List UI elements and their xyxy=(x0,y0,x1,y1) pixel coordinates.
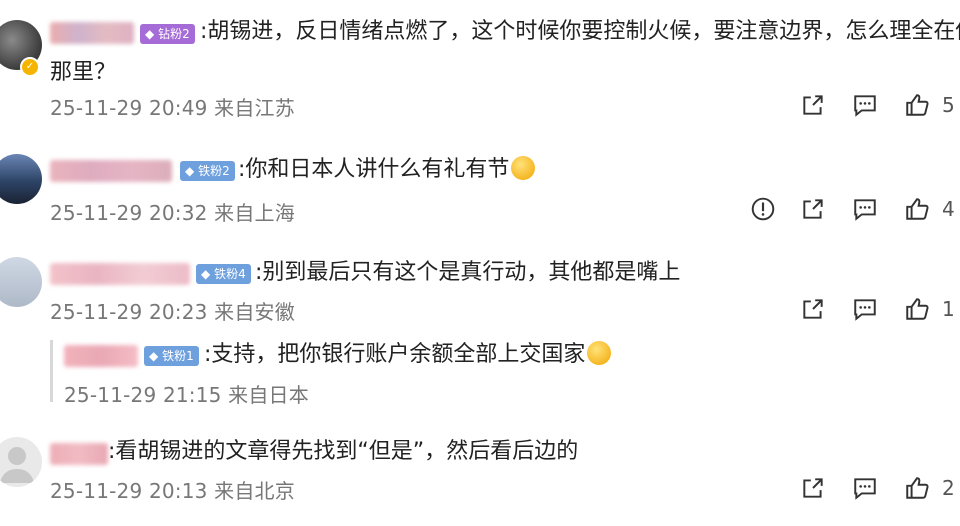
report-button[interactable] xyxy=(750,195,776,223)
avatar[interactable] xyxy=(0,437,42,487)
comment-actions: 5 xyxy=(800,91,960,119)
like-count: 4 xyxy=(942,197,955,221)
share-button[interactable] xyxy=(800,195,826,223)
comment-text: :胡锡进，反日情绪点燃了，这个时候你要控制火候，要注意边界，怎么理全在你 xyxy=(200,19,960,44)
like-count: 5 xyxy=(942,93,955,117)
comment-meta: 25-11-29 20:49 来自江苏 xyxy=(50,96,295,120)
comment-icon xyxy=(854,95,876,117)
comment-item: ◆ 铁粉2 :你和日本人讲什么有礼有节 25-11-29 20:32 来自上海 … xyxy=(0,140,960,240)
like-button[interactable]: 4 xyxy=(904,195,955,223)
comment-meta: 25-11-29 20:13 来自北京 xyxy=(50,479,295,503)
emoji xyxy=(511,156,536,180)
comment-item: ◆ 铁粉4 :别到最后只有这个是真行动，其他都是嘴上 25-11-29 20:2… xyxy=(0,245,960,335)
like-icon xyxy=(906,94,929,116)
comment-meta: 25-11-29 20:32 来自上海 xyxy=(50,201,295,225)
vip-badge-icon: ✓ xyxy=(20,57,40,77)
comment-button[interactable] xyxy=(852,195,878,223)
username-blurred[interactable] xyxy=(50,22,134,44)
avatar[interactable] xyxy=(0,257,42,307)
comment-actions: 1 xyxy=(800,295,960,323)
comment-text: :看胡锡进的文章得先找到“但是”，然后看后边的 xyxy=(108,439,579,464)
like-icon xyxy=(906,198,929,220)
comment-icon xyxy=(854,199,876,221)
comment-button[interactable] xyxy=(852,474,878,502)
comment-text: :你和日本人讲什么有礼有节 xyxy=(238,153,536,187)
like-count: 1 xyxy=(942,297,955,321)
default-avatar-icon xyxy=(0,447,34,483)
comment-icon xyxy=(854,478,876,500)
share-button[interactable] xyxy=(800,91,826,119)
comment-button[interactable] xyxy=(852,295,878,323)
comment-item: :看胡锡进的文章得先找到“但是”，然后看后边的 25-11-29 20:13 来… xyxy=(0,425,960,525)
fan-badge: ◆ 铁粉1 xyxy=(144,346,199,366)
reply-meta: 25-11-29 21:15 来自日本 xyxy=(64,383,309,407)
reply-item: ◆ 铁粉1 :支持，把你银行账户余额全部上交国家 25-11-29 21:15 … xyxy=(0,336,960,416)
share-icon xyxy=(803,199,823,219)
like-count: 2 xyxy=(942,476,955,500)
username-blurred[interactable] xyxy=(50,160,172,182)
username-blurred[interactable] xyxy=(50,443,108,465)
fan-badge: ◆ 铁粉2 xyxy=(180,161,235,181)
avatar[interactable] xyxy=(0,154,42,204)
username-blurred[interactable] xyxy=(50,263,190,285)
comment-text: :别到最后只有这个是真行动，其他都是嘴上 xyxy=(255,260,681,285)
comment-text-continued: 那里？ xyxy=(50,60,117,85)
diamond-icon: ◆ xyxy=(145,27,155,41)
comment-button[interactable] xyxy=(852,91,878,119)
share-button[interactable] xyxy=(800,474,826,502)
like-button[interactable]: 2 xyxy=(904,474,955,502)
comment-icon xyxy=(854,299,876,321)
fan-badge: ◆ 钻粉2 xyxy=(140,24,195,44)
share-icon xyxy=(803,478,823,498)
reply-text: :支持，把你银行账户余额全部上交国家 xyxy=(204,338,612,372)
share-icon xyxy=(803,299,823,319)
like-icon xyxy=(906,477,929,499)
emoji xyxy=(587,341,612,365)
like-button[interactable]: 5 xyxy=(904,91,955,119)
like-icon xyxy=(906,298,929,320)
comment-actions: 4 xyxy=(750,195,960,223)
diamond-icon: ◆ xyxy=(149,349,159,363)
report-icon xyxy=(751,197,775,221)
share-button[interactable] xyxy=(800,295,826,323)
comment-actions: 2 xyxy=(800,474,960,502)
like-button[interactable]: 1 xyxy=(904,295,955,323)
share-icon xyxy=(803,95,823,115)
comment-item: ✓ ◆ 钻粉2 :胡锡进，反日情绪点燃了，这个时候你要控制火候，要注意边界，怎么… xyxy=(0,0,960,130)
comment-meta: 25-11-29 20:23 来自安徽 xyxy=(50,300,295,324)
diamond-icon: ◆ xyxy=(185,164,195,178)
fan-badge: ◆ 铁粉4 xyxy=(196,264,251,284)
diamond-icon: ◆ xyxy=(201,267,211,281)
username-blurred[interactable] xyxy=(64,345,138,367)
